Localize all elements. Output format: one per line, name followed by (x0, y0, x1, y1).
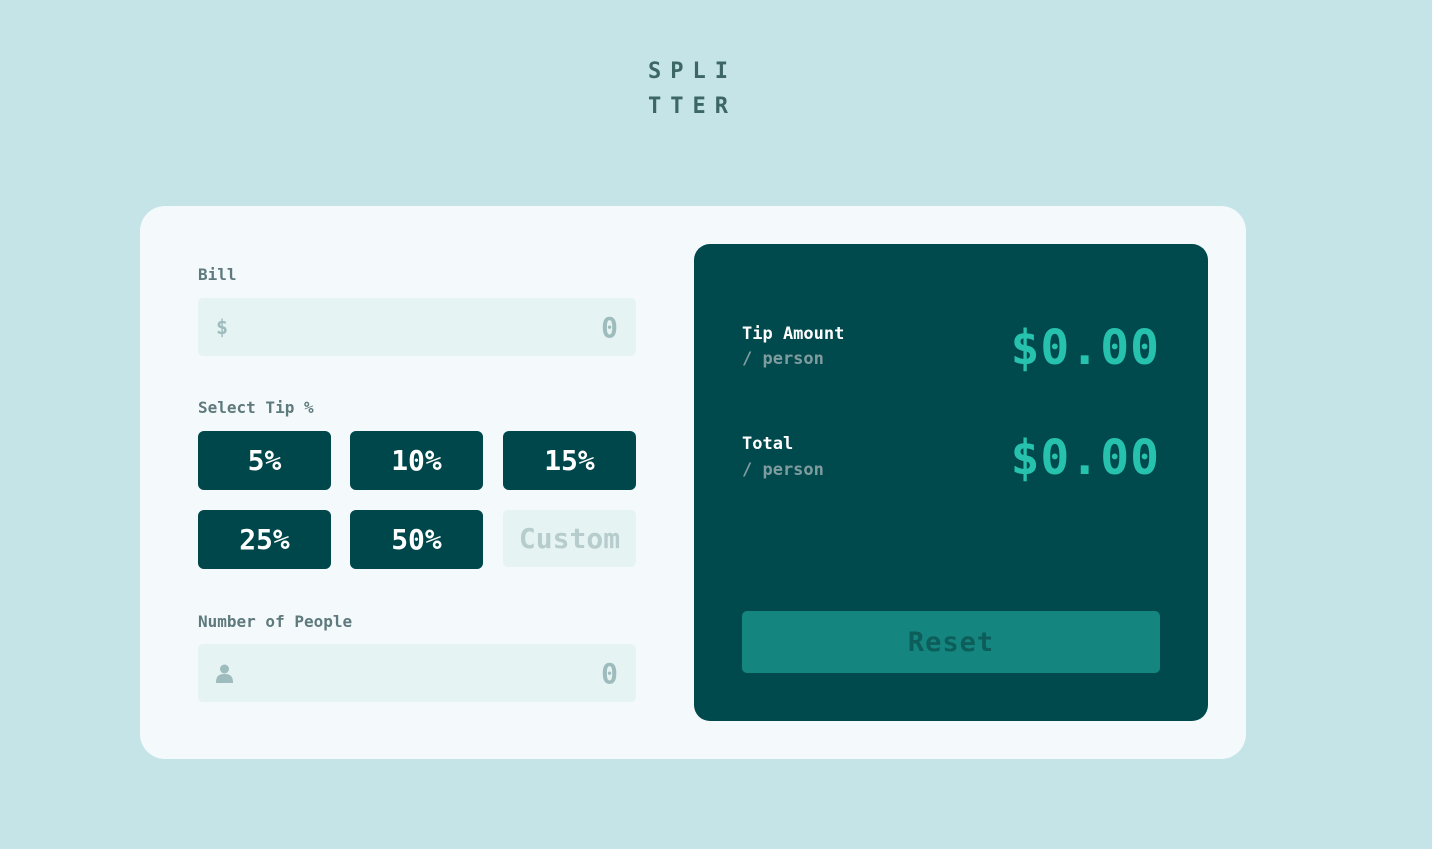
results-panel: Tip Amount / person $0.00 Total / person… (694, 244, 1208, 721)
people-value: 0 (601, 656, 618, 690)
bill-input[interactable]: $ 0 (198, 298, 636, 356)
bill-value: 0 (601, 310, 618, 344)
select-tip-label: Select Tip % (198, 398, 314, 417)
people-input[interactable]: 0 (198, 644, 636, 702)
custom-tip-input[interactable]: Custom (503, 510, 636, 567)
bill-label: Bill (198, 265, 237, 284)
tip-button-25[interactable]: 25% (198, 510, 331, 569)
total-title: Total (742, 434, 794, 454)
tip-amount-title: Tip Amount (742, 324, 845, 344)
logo-line-1: SPLI (648, 59, 737, 84)
tip-amount-value: $0.00 (1010, 320, 1160, 376)
calculator-card: Bill $ 0 Select Tip % 5% 10% 15% 25% 50%… (140, 206, 1246, 759)
tip-amount-sub: / person (742, 349, 824, 369)
people-label: Number of People (198, 612, 353, 631)
reset-button[interactable]: Reset (742, 611, 1160, 673)
dollar-icon: $ (216, 315, 229, 339)
logo-line-2: TTER (648, 94, 737, 119)
tip-button-15[interactable]: 15% (503, 431, 636, 490)
app-logo: SPLI TTER (648, 54, 748, 124)
tip-button-5[interactable]: 5% (198, 431, 331, 490)
total-value: $0.00 (1010, 430, 1160, 486)
person-icon (216, 644, 233, 702)
total-sub: / person (742, 460, 824, 480)
tip-button-50[interactable]: 50% (350, 510, 483, 569)
tip-button-10[interactable]: 10% (350, 431, 483, 490)
